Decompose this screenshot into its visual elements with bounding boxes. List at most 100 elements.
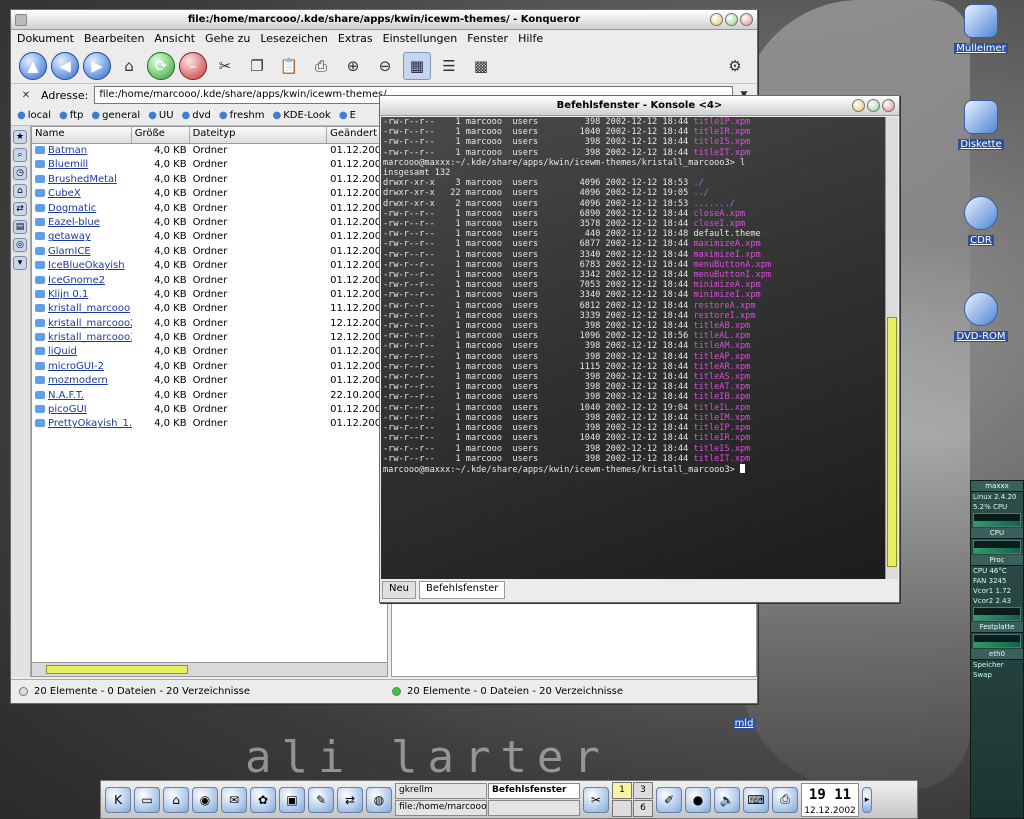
keyboard-icon[interactable]: ⌨	[743, 786, 769, 813]
vertical-scrollbar[interactable]	[885, 117, 898, 579]
root-folder-icon[interactable]: ▤	[13, 220, 27, 234]
globe-icon[interactable]: ◍	[366, 786, 392, 813]
sidebar-config-icon[interactable]: ▾	[13, 256, 27, 270]
maximize-button[interactable]	[725, 13, 738, 26]
desktop-icon-trash[interactable]: Mülleimer	[948, 4, 1014, 54]
table-row[interactable]: Dogmatic 4,0 KB Ordner 01.12.2002	[32, 202, 387, 216]
konqueror-titlebar[interactable]: file:/home/marcooo/.kde/share/apps/kwin/…	[11, 10, 757, 30]
scrollbar-thumb[interactable]	[887, 317, 897, 567]
menu-gehe-zu[interactable]: Gehe zu	[205, 32, 250, 46]
home-icon[interactable]: ⌂	[163, 786, 189, 813]
table-row[interactable]: kristall_marcooo2 4,0 KB Ordner 12.12.2002	[32, 317, 387, 331]
table-row[interactable]: BrushedMetal 4,0 KB Ordner 01.12.2002	[32, 173, 387, 187]
tools-icon[interactable]: ✎	[308, 786, 334, 813]
clipboard-icon[interactable]: ✂	[583, 786, 609, 813]
menu-lesezeichen[interactable]: Lesezeichen	[260, 32, 328, 46]
table-row[interactable]: IceGnome2 4,0 KB Ordner 01.12.2002	[32, 274, 387, 288]
column-size[interactable]: Größe	[132, 127, 190, 143]
close-button[interactable]	[882, 99, 895, 112]
icon-view-button[interactable]: ▦	[403, 51, 431, 80]
task-konqueror[interactable]: file:/home/marcooo	[395, 800, 487, 816]
table-row[interactable]: getaway 4,0 KB Ordner 01.12.2002	[32, 230, 387, 244]
table-row[interactable]: mozmodern 4,0 KB Ordner 01.12.2002	[32, 374, 387, 388]
new-session-button[interactable]: Neu	[382, 581, 416, 599]
view-link-led[interactable]	[19, 687, 28, 696]
bookmark-dvd[interactable]: dvd	[182, 110, 211, 121]
task-befehlsfenster[interactable]: Befehlsfenster	[488, 783, 580, 799]
home-button[interactable]: ⌂	[115, 52, 143, 80]
bookmark-e[interactable]: E	[339, 110, 356, 121]
minimize-button[interactable]	[852, 99, 865, 112]
bookmarks-tab-icon[interactable]: ★	[13, 130, 27, 144]
table-row[interactable]: Batman 4,0 KB Ordner 01.12.2002	[32, 144, 387, 158]
terminal-output[interactable]: -rw-r--r-- 1 marcooo users 398 2002-12-1…	[381, 117, 885, 579]
window-menu-icon[interactable]	[15, 14, 27, 26]
menu-fenster[interactable]: Fenster	[467, 32, 508, 46]
scrollbar-thumb[interactable]	[46, 665, 188, 674]
table-row[interactable]: PrettyOkayish_1.1 4,0 KB Ordner 01.12.2002	[32, 417, 387, 431]
panel-arrow-icon[interactable]: ▸	[862, 786, 872, 813]
minimize-button[interactable]	[710, 13, 723, 26]
bookmark-local[interactable]: local	[17, 110, 51, 121]
table-row[interactable]: microGUI-2 4,0 KB Ordner 01.12.2002	[32, 360, 387, 374]
konsole-titlebar[interactable]: Befehlsfenster - Konsole <4>	[380, 96, 899, 116]
table-row[interactable]: N.A.F.T. 4,0 KB Ordner 22.10.2002	[32, 389, 387, 403]
print-button[interactable]: ⎙	[307, 52, 335, 80]
menu-extras[interactable]: Extras	[338, 32, 373, 46]
stop-icon[interactable]: ●	[685, 786, 711, 813]
table-row[interactable]: Klijn 0.1 4,0 KB Ordner 01.12.2002	[32, 288, 387, 302]
kde-gear-icon[interactable]: ⚙	[721, 52, 749, 80]
bookmark-uu[interactable]: UU	[148, 110, 174, 121]
k-menu-icon[interactable]: K	[105, 786, 131, 813]
paste-button[interactable]: 📋	[275, 52, 303, 80]
menu-hilfe[interactable]: Hilfe	[518, 32, 543, 46]
table-row[interactable]: liQuid 4,0 KB Ordner 01.12.2002	[32, 345, 387, 359]
printer-icon[interactable]: ⎙	[772, 786, 798, 813]
column-type[interactable]: Dateityp	[190, 127, 328, 143]
network-icon[interactable]: ⇄	[13, 202, 27, 216]
table-row[interactable]: Eazel-blue 4,0 KB Ordner 01.12.2002	[32, 216, 387, 230]
firewall-icon-button[interactable]: ▩	[467, 52, 495, 80]
back-button[interactable]: ◀	[51, 51, 79, 80]
bookmark-general[interactable]: general	[91, 110, 140, 121]
maximize-button[interactable]	[867, 99, 880, 112]
pager-desktop-6[interactable]: 6	[633, 800, 653, 817]
menu-bearbeiten[interactable]: Bearbeiten	[84, 32, 144, 46]
home-folder-icon[interactable]: ⌂	[13, 184, 27, 198]
browser-icon[interactable]: ◉	[192, 786, 218, 813]
table-row[interactable]: kristall_marcooo 4,0 KB Ordner 11.12.2002	[32, 302, 387, 316]
copy-button[interactable]: ❐	[243, 52, 271, 80]
flower-icon[interactable]: ✿	[250, 786, 276, 813]
table-row[interactable]: GlamICE 4,0 KB Ordner 01.12.2002	[32, 245, 387, 259]
zoom-in-button[interactable]: ⊕	[339, 52, 367, 80]
table-row[interactable]: kristall_marcooo3 4,0 KB Ordner 12.12.2002	[32, 331, 387, 345]
task-empty[interactable]	[488, 800, 580, 816]
menu-einstellungen[interactable]: Einstellungen	[383, 32, 458, 46]
stop-button[interactable]: –	[179, 51, 207, 80]
reload-button[interactable]: ⟳	[147, 51, 175, 80]
cut-button[interactable]: ✂	[211, 52, 239, 80]
clear-address-icon[interactable]: ✕	[17, 86, 35, 104]
close-button[interactable]	[740, 13, 753, 26]
pager-desktop-empty[interactable]	[612, 800, 632, 817]
bookmark-kde-look[interactable]: KDE-Look	[272, 110, 331, 121]
shell-icon[interactable]: ▣	[279, 786, 305, 813]
menu-ansicht[interactable]: Ansicht	[154, 32, 195, 46]
column-name[interactable]: Name	[32, 127, 132, 143]
mail-icon[interactable]: ✉	[221, 786, 247, 813]
network-icon[interactable]: ⇄	[337, 786, 363, 813]
search-icon[interactable]: ⌕	[13, 148, 27, 162]
up-button[interactable]: ▲	[19, 51, 47, 80]
desktop-icon-cdr[interactable]: CDR	[948, 196, 1014, 246]
session-tab-befehlsfenster[interactable]: Befehlsfenster	[418, 581, 506, 599]
clock[interactable]: 19 11 12.12.2002	[801, 782, 859, 817]
table-row[interactable]: CubeX 4,0 KB Ordner 01.12.2002	[32, 187, 387, 201]
desktop-icon-floppy[interactable]: Diskette	[948, 100, 1014, 150]
speaker-icon[interactable]: 🔈	[714, 786, 740, 813]
active-view-led[interactable]	[392, 687, 401, 696]
horizontal-scrollbar[interactable]	[32, 662, 387, 676]
bookmark-freshm[interactable]: freshm	[219, 110, 265, 121]
desktop-icon-mld[interactable]: mld	[712, 716, 776, 729]
detail-view-button[interactable]: ☰	[435, 52, 463, 80]
menu-dokument[interactable]: Dokument	[17, 32, 74, 46]
